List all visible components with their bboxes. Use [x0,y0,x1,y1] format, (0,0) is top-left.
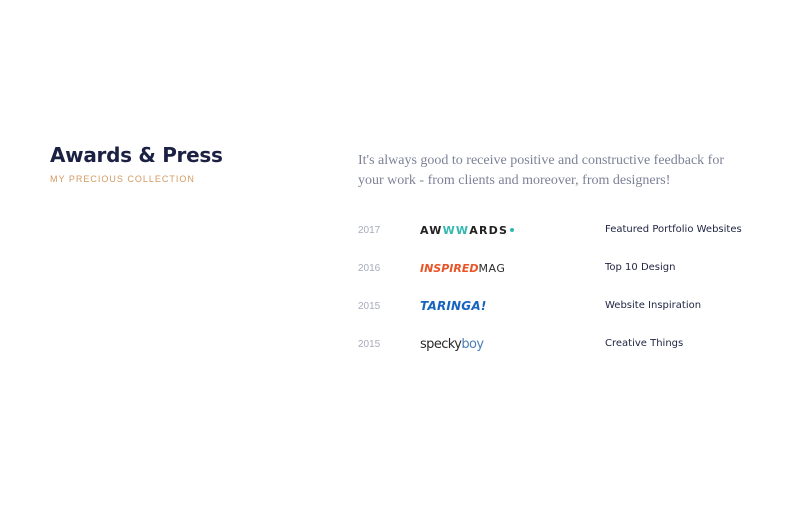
taringa-logo[interactable]: TARINGA! [420,298,487,314]
inspiredmag-logo-text-mag: MAG [478,261,506,275]
section-subtitle: MY PRECIOUS COLLECTION [50,174,195,184]
awwwards-logo-text-start: AW [420,223,443,237]
award-year: 2015 [358,301,381,312]
awwwards-logo-text-accent: WW [442,223,470,237]
awards-list: 2017 AW WW ARDS Featured Portfolio Website… [358,212,758,364]
award-year: 2017 [358,225,381,236]
award-row-awwwards: 2017 AW WW ARDS Featured Portfolio Website… [358,212,758,250]
intro-text: It's always good to receive positive and… [358,153,725,188]
inspiredmag-logo-text-inspired: INSPIRED [420,261,479,275]
award-category: Creative Things [605,338,684,349]
awwwards-logo[interactable]: AW WW ARDS [420,222,515,238]
award-year: 2015 [358,339,381,350]
speckyboy-logo-text-boy: boy [461,336,484,352]
awards-press-section: Awards & Press MY PRECIOUS COLLECTION It… [0,0,800,510]
awwwards-dot-icon [510,228,515,232]
award-category: Featured Portfolio Websites [605,224,742,235]
award-year: 2016 [358,263,381,274]
award-row-taringa: 2015 TARINGA! Website Inspiration [358,288,758,326]
award-row-inspiredmag: 2016 INSPIRED MAG Top 10 Design [358,250,758,288]
award-row-speckyboy: 2015 specky boy Creative Things [358,326,758,364]
award-category: Top 10 Design [605,262,676,273]
award-category: Website Inspiration [605,300,702,311]
speckyboy-logo[interactable]: specky boy [420,336,484,352]
taringa-logo-text: TARINGA! [420,299,487,313]
speckyboy-logo-text-specky: specky [420,336,462,352]
awwwards-logo-text-end: ARDS [469,223,509,237]
inspiredmag-logo[interactable]: INSPIRED MAG [420,260,505,276]
section-title: Awards & Press [50,143,223,167]
